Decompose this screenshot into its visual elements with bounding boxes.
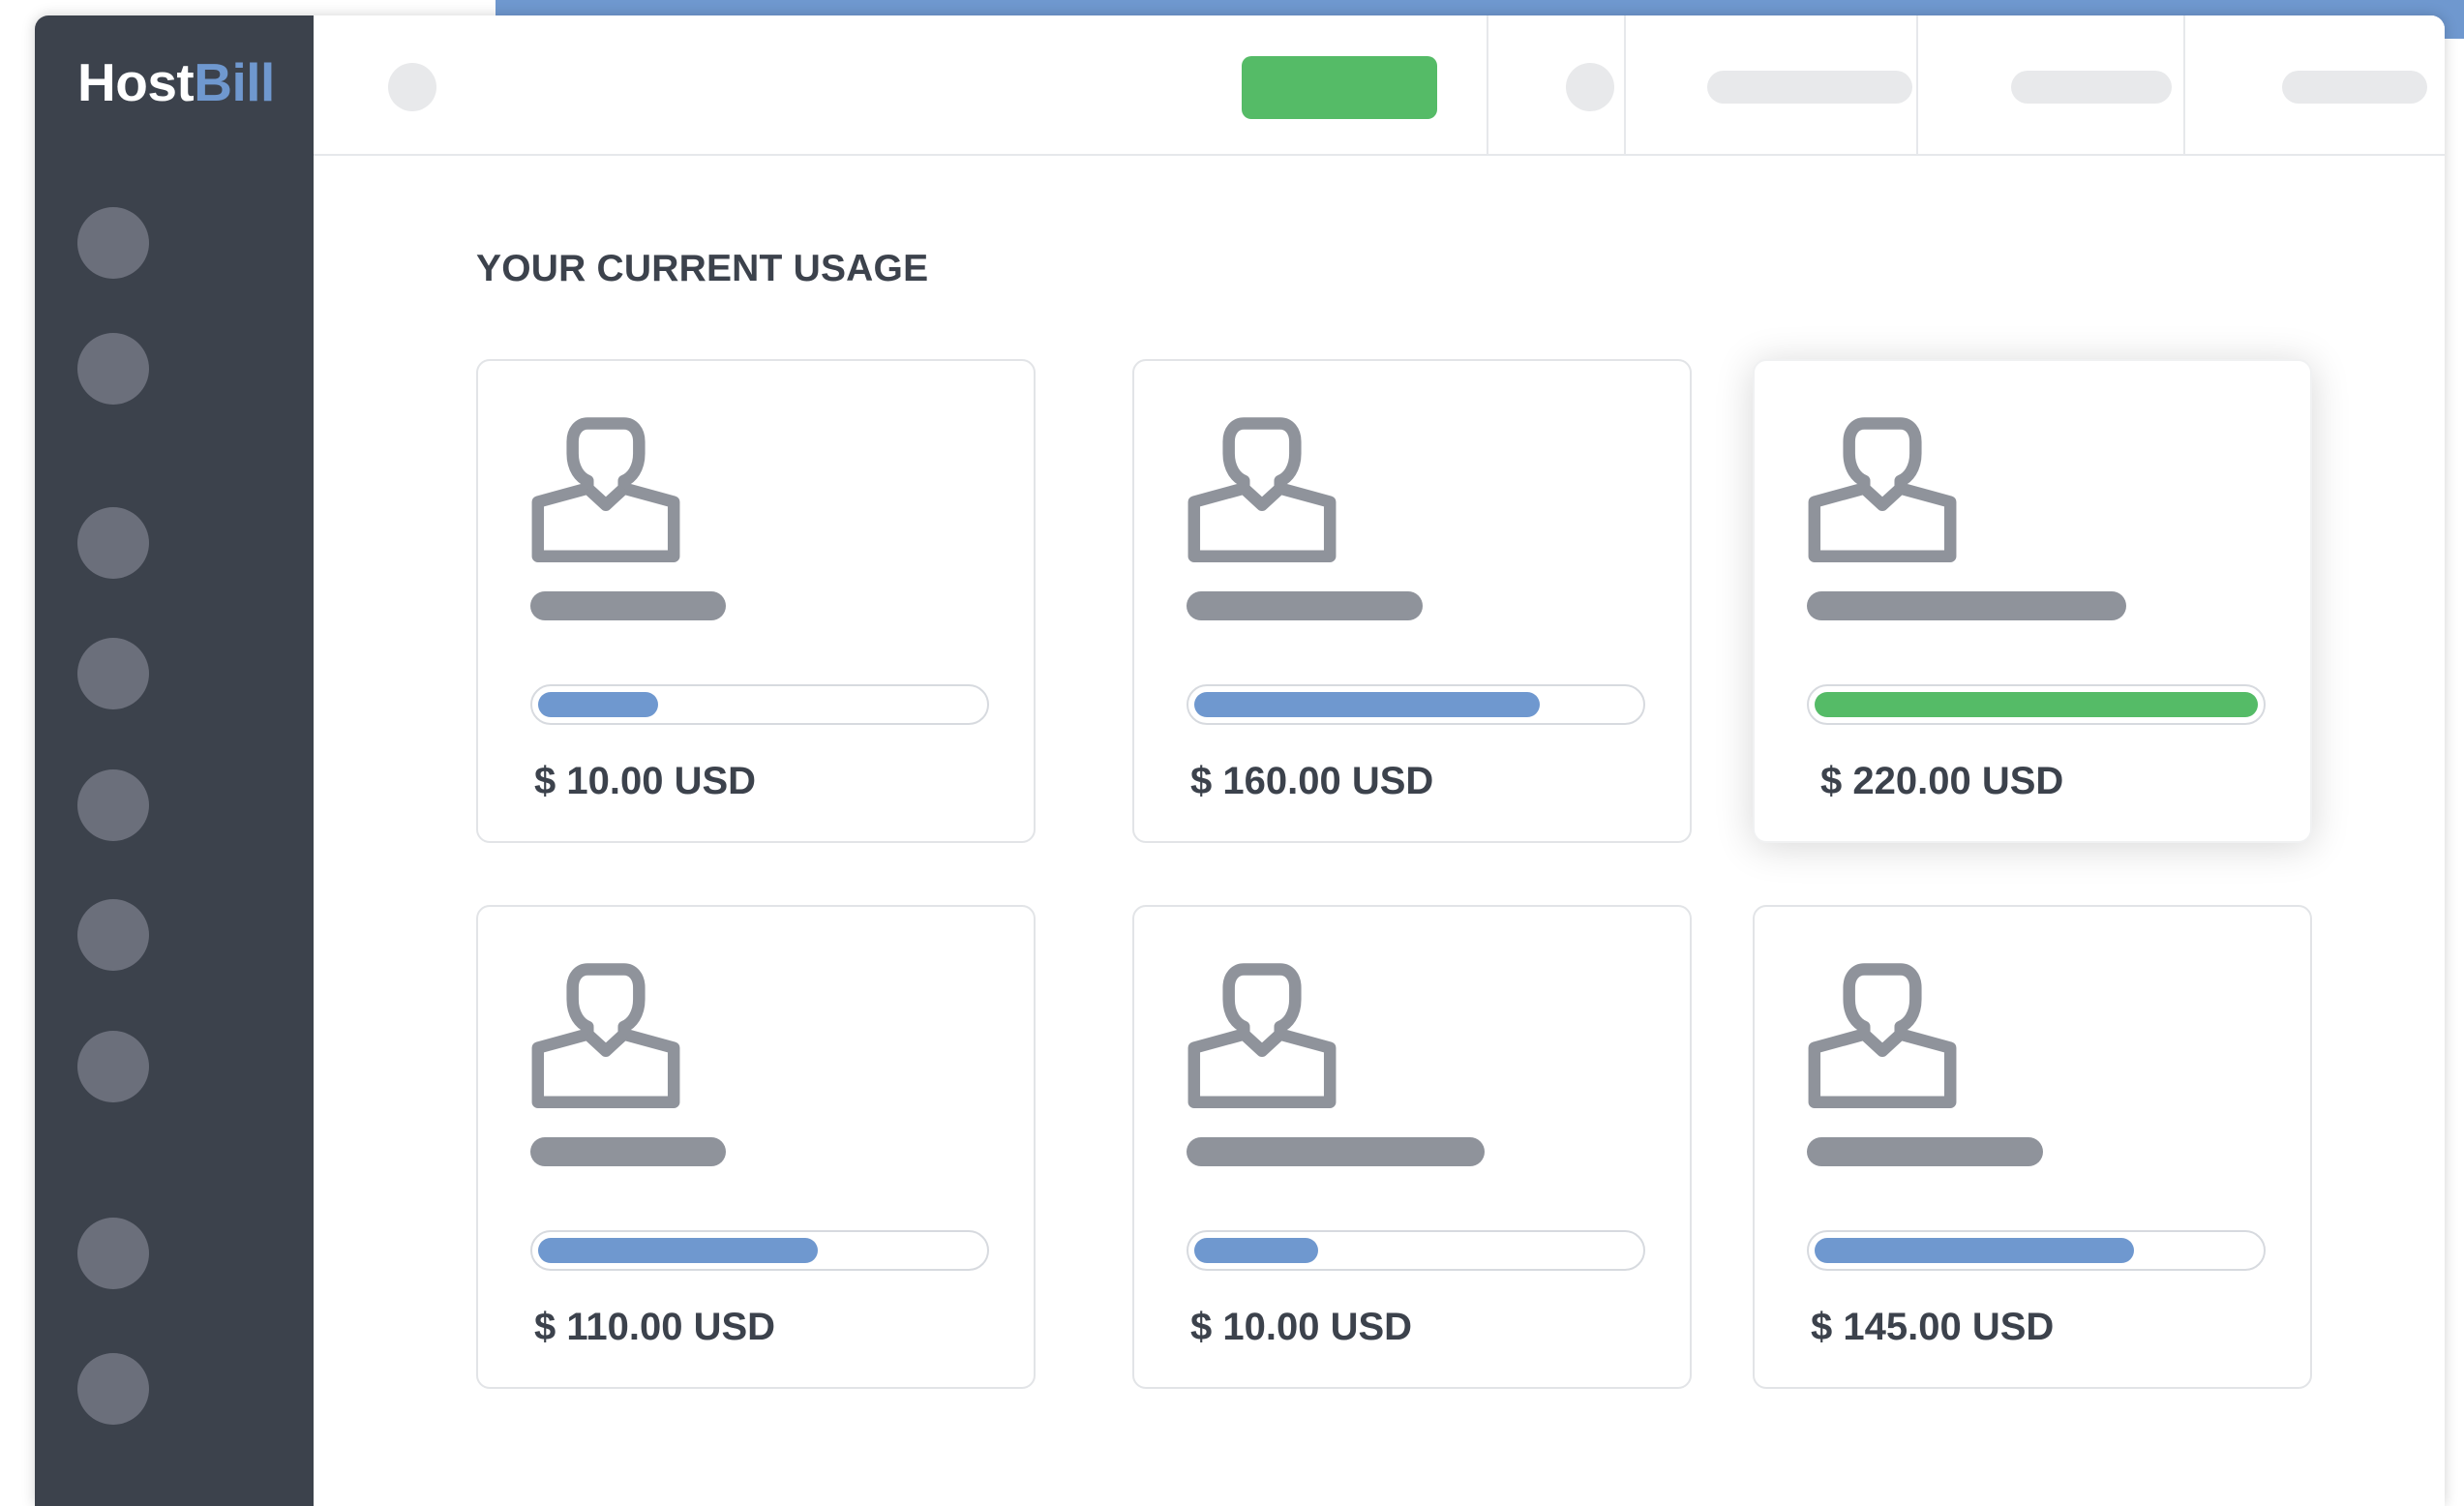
- topbar-divider: [1624, 15, 1626, 154]
- usage-card[interactable]: $ 145.00 USD: [1753, 905, 2312, 1389]
- usage-amount: $ 220.00 USD: [1820, 760, 2064, 802]
- usage-progress-fill: [538, 692, 658, 717]
- topbar-menu-item-2[interactable]: [2011, 71, 2172, 104]
- top-bar: [314, 15, 2445, 156]
- sidebar-nav-item-5[interactable]: [77, 769, 149, 841]
- usage-progress-fill: [1194, 1238, 1318, 1263]
- hostbill-logo[interactable]: HostBill: [77, 56, 275, 109]
- user-icon: [1808, 417, 1957, 562]
- sidebar-nav-item-2[interactable]: [77, 333, 149, 405]
- topbar-menu-item-1[interactable]: [1707, 71, 1912, 104]
- topbar-divider: [1487, 15, 1488, 154]
- user-icon: [531, 417, 680, 562]
- sidebar-nav-item-4[interactable]: [77, 638, 149, 709]
- section-title: YOUR CURRENT USAGE: [476, 248, 929, 289]
- topbar-menu-item-3[interactable]: [2282, 71, 2427, 104]
- topbar-divider: [2183, 15, 2185, 154]
- usage-amount: $ 10.00 USD: [534, 760, 757, 802]
- plan-name-placeholder: [1807, 591, 2126, 620]
- usage-progress-fill: [538, 1238, 818, 1263]
- sidebar-nav-item-1[interactable]: [77, 207, 149, 279]
- usage-progress-bar: [530, 1230, 989, 1271]
- topbar-divider: [1916, 15, 1918, 154]
- usage-card[interactable]: $ 110.00 USD: [476, 905, 1036, 1389]
- usage-progress-bar: [1187, 1230, 1645, 1271]
- sidebar-nav-item-7[interactable]: [77, 1031, 149, 1102]
- usage-progress-bar: [530, 684, 989, 725]
- usage-progress-fill: [1815, 692, 2258, 717]
- usage-amount: $ 10.00 USD: [1190, 1306, 1413, 1348]
- sidebar: HostBill: [35, 15, 314, 1506]
- notification-icon[interactable]: [1566, 63, 1614, 111]
- usage-card[interactable]: $ 160.00 USD: [1132, 359, 1692, 843]
- plan-name-placeholder: [1807, 1137, 2043, 1166]
- logo-bill-text: Bill: [194, 52, 275, 112]
- usage-card[interactable]: $ 10.00 USD: [476, 359, 1036, 843]
- app-window: HostBill YOUR CURRENT USAGE $ 10.00 USD …: [35, 15, 2445, 1506]
- menu-toggle-icon[interactable]: [388, 63, 436, 111]
- sidebar-nav-item-9[interactable]: [77, 1353, 149, 1425]
- usage-amount: $ 160.00 USD: [1190, 760, 1434, 802]
- sidebar-nav-item-3[interactable]: [77, 507, 149, 579]
- plan-name-placeholder: [1187, 591, 1423, 620]
- plan-name-placeholder: [530, 591, 726, 620]
- user-icon: [1187, 963, 1337, 1108]
- usage-progress-fill: [1194, 692, 1540, 717]
- sidebar-nav-item-8[interactable]: [77, 1218, 149, 1289]
- usage-amount: $ 110.00 USD: [534, 1306, 776, 1348]
- plan-name-placeholder: [530, 1137, 726, 1166]
- user-icon: [1808, 963, 1957, 1108]
- sidebar-nav-item-6[interactable]: [77, 899, 149, 971]
- usage-card-highlighted[interactable]: $ 220.00 USD: [1753, 359, 2312, 843]
- usage-progress-fill: [1815, 1238, 2134, 1263]
- usage-progress-bar: [1807, 1230, 2266, 1271]
- user-icon: [1187, 417, 1337, 562]
- usage-amount: $ 145.00 USD: [1811, 1306, 2055, 1348]
- primary-action-button[interactable]: [1242, 56, 1437, 119]
- plan-name-placeholder: [1187, 1137, 1485, 1166]
- user-icon: [531, 963, 680, 1108]
- logo-host-text: Host: [77, 52, 195, 112]
- usage-progress-bar: [1187, 684, 1645, 725]
- usage-progress-bar: [1807, 684, 2266, 725]
- usage-card[interactable]: $ 10.00 USD: [1132, 905, 1692, 1389]
